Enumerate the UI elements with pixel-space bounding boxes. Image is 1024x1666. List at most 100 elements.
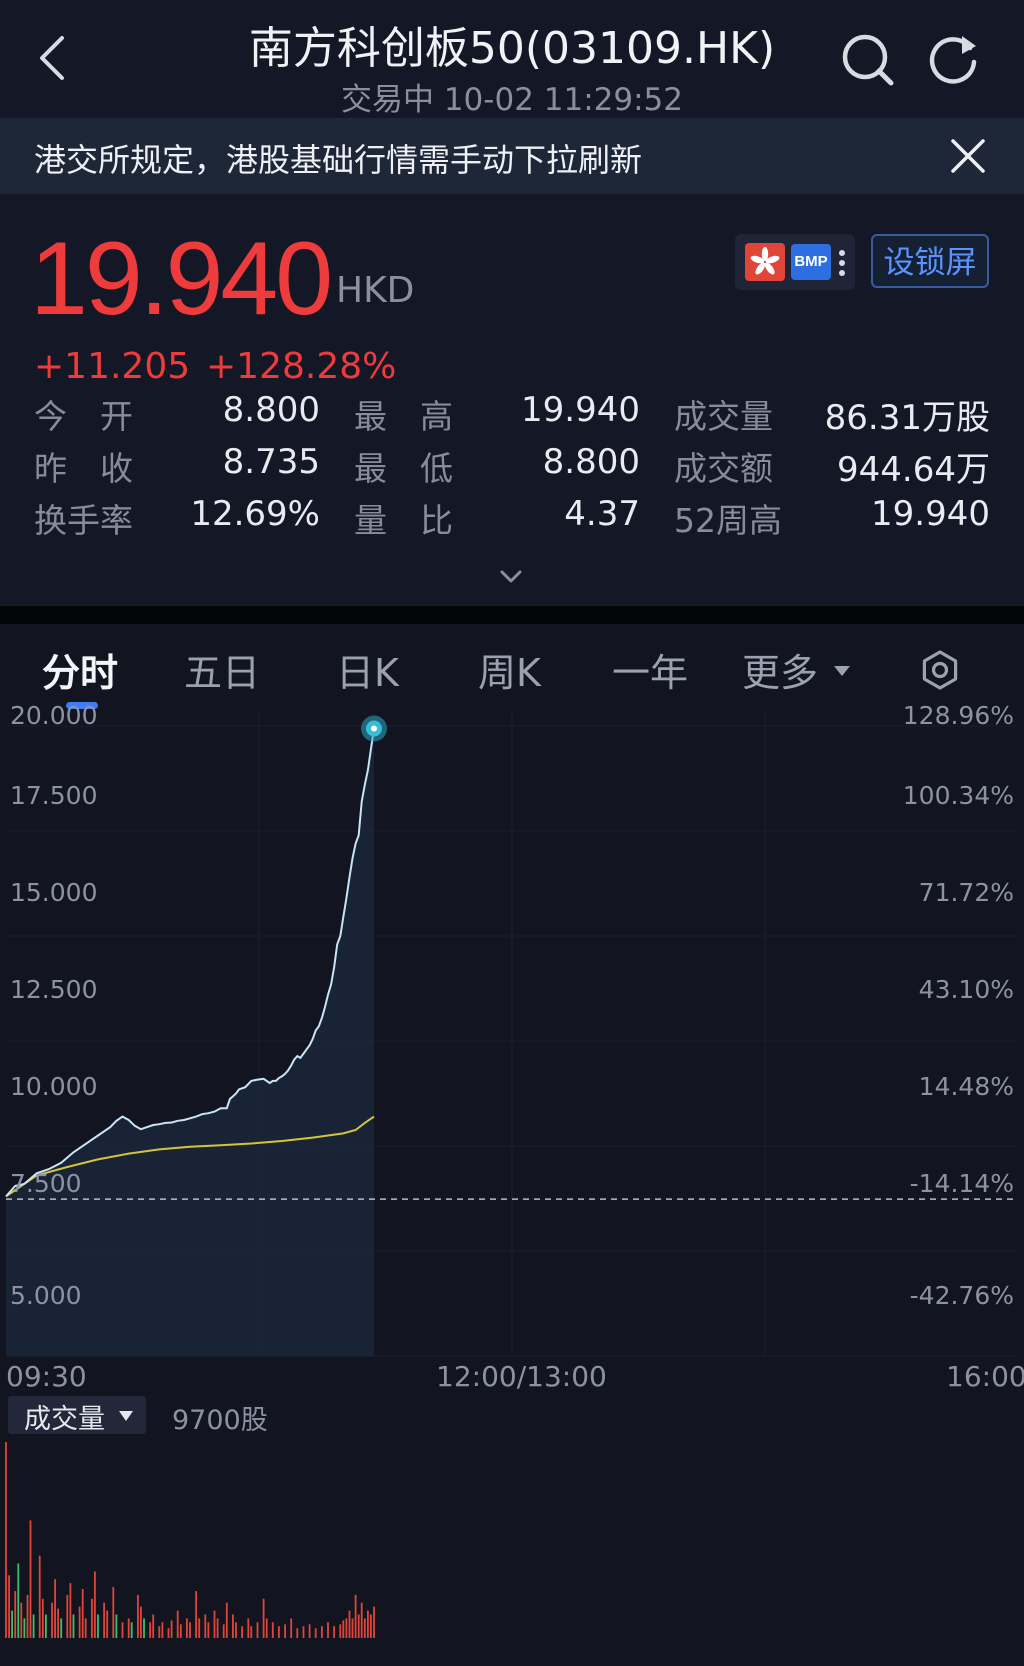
tab-intraday[interactable]: 分时: [42, 642, 118, 697]
y-axis-percent-label: 71.72%: [918, 878, 1014, 907]
volume-bar: [78, 1606, 81, 1638]
volume-bar: [8, 1575, 10, 1638]
volume-bar: [241, 1626, 243, 1638]
settings-icon[interactable]: [918, 648, 962, 692]
volume-bar: [204, 1614, 207, 1638]
stat-value-open: 8.800: [222, 390, 320, 430]
currency-label: HKD: [336, 270, 415, 311]
lock-screen-button[interactable]: 设锁屏: [871, 234, 989, 288]
quote-panel: 19.940 HKD +11.205 +128.28% BMP 设锁屏 今 开 …: [0, 194, 1024, 606]
volume-bar: [222, 1624, 225, 1638]
volume-bar: [179, 1624, 182, 1638]
y-axis-label: 12.500: [10, 975, 98, 1004]
volume-bar: [112, 1587, 115, 1638]
volume-bar: [186, 1618, 188, 1638]
volume-bar: [170, 1620, 173, 1638]
volume-bar: [354, 1594, 357, 1638]
volume-bar: [84, 1618, 87, 1638]
price-change-percent: +128.28%: [206, 346, 397, 387]
stat-label-high: 最 高: [354, 397, 453, 436]
x-axis-label-close: 16:00: [946, 1360, 1024, 1393]
stat-value-volume-ratio: 4.37: [564, 494, 640, 534]
volume-bar: [137, 1594, 139, 1638]
y-axis-percent-label: -42.76%: [909, 1281, 1014, 1310]
stat-value-low: 8.800: [542, 442, 640, 482]
stat-value-turnover: 944.64万: [837, 450, 990, 490]
stat-label-52w-high: 52周高: [674, 501, 782, 540]
y-axis-percent-label: 128.96%: [902, 701, 1014, 730]
volume-indicator-label: 成交量: [24, 1404, 105, 1435]
stat-value-turnover-rate: 12.69%: [190, 494, 320, 534]
volume-bar: [29, 1520, 32, 1638]
volume-bar: [367, 1610, 369, 1638]
volume-bar: [5, 1442, 7, 1638]
last-price: 19.940: [30, 221, 333, 337]
volume-bar: [97, 1614, 99, 1638]
refresh-notice-bar: 港交所规定，港股基础行情需手动下拉刷新: [0, 118, 1024, 194]
volume-bar: [11, 1610, 13, 1638]
tab-weekly-k[interactable]: 周K: [478, 642, 541, 697]
volume-bar: [54, 1579, 56, 1638]
volume-bar: [256, 1622, 259, 1638]
volume-bar: [38, 1555, 41, 1638]
stat-value-high: 19.940: [521, 390, 640, 430]
chevron-down-icon[interactable]: [496, 566, 526, 588]
volume-bar: [327, 1622, 329, 1638]
stat-label-prev-close: 昨 收: [34, 449, 133, 488]
stat-label-volume-ratio: 量 比: [354, 501, 453, 540]
volume-bar: [207, 1622, 210, 1638]
volume-bar: [373, 1606, 375, 1638]
market-badges[interactable]: BMP: [735, 234, 855, 290]
volume-bar: [198, 1618, 201, 1638]
volume-bar: [342, 1620, 345, 1638]
stat-label-turnover-rate: 换手率: [34, 501, 133, 540]
volume-bar: [321, 1626, 323, 1638]
y-axis-percent-label: 14.48%: [918, 1072, 1014, 1101]
chart-period-tabs: 分时 五日 日K 周K 一年 更多: [0, 624, 1024, 709]
volume-bar: [167, 1628, 170, 1638]
volume-bar: [143, 1618, 145, 1638]
volume-bar: [357, 1614, 360, 1638]
volume-bar: [225, 1602, 228, 1638]
refresh-icon[interactable]: [924, 30, 984, 90]
volume-bar: [72, 1614, 75, 1638]
volume-bar: [32, 1614, 35, 1638]
caret-down-icon[interactable]: [832, 664, 852, 678]
volume-indicator-selector[interactable]: 成交量: [8, 1396, 146, 1435]
volume-bar: [106, 1610, 109, 1638]
search-icon[interactable]: [838, 30, 898, 90]
volume-bar: [149, 1622, 151, 1638]
intraday-chart-svg[interactable]: [0, 704, 1024, 1404]
volume-bar: [360, 1602, 363, 1638]
y-axis-label: 20.000: [10, 701, 98, 730]
volume-chart-svg[interactable]: [0, 1434, 1024, 1666]
tab-more[interactable]: 更多: [742, 642, 818, 697]
y-axis-percent-label: -14.14%: [909, 1169, 1014, 1198]
tab-one-year[interactable]: 一年: [612, 642, 688, 697]
volume-bar: [296, 1628, 299, 1638]
volume-bar: [158, 1626, 161, 1638]
volume-bar: [94, 1571, 96, 1638]
volume-bar: [333, 1626, 335, 1638]
volume-bar: [91, 1598, 93, 1638]
volume-bar: [351, 1618, 354, 1638]
stat-label-low: 最 低: [354, 449, 453, 488]
volume-bar: [130, 1622, 133, 1638]
y-axis-label: 7.500: [10, 1169, 82, 1198]
y-axis-label: 17.500: [10, 781, 98, 810]
volume-bar: [284, 1624, 286, 1638]
tab-five-day[interactable]: 五日: [184, 642, 260, 697]
intraday-chart: 20.000 17.500 15.000 12.500 10.000 7.500…: [0, 701, 1024, 1404]
volume-bar: [81, 1589, 84, 1638]
volume-bar: [69, 1583, 72, 1638]
volume-bar: [103, 1602, 105, 1638]
volume-bar: [26, 1594, 29, 1638]
volume-bar: [265, 1618, 268, 1638]
volume-bar: [308, 1624, 311, 1638]
volume-bar: [314, 1628, 317, 1638]
close-icon[interactable]: [948, 136, 988, 176]
volume-bar: [60, 1618, 63, 1638]
volume-bar: [370, 1614, 372, 1638]
tab-daily-k[interactable]: 日K: [336, 642, 399, 697]
more-dots-icon[interactable]: [835, 246, 849, 280]
